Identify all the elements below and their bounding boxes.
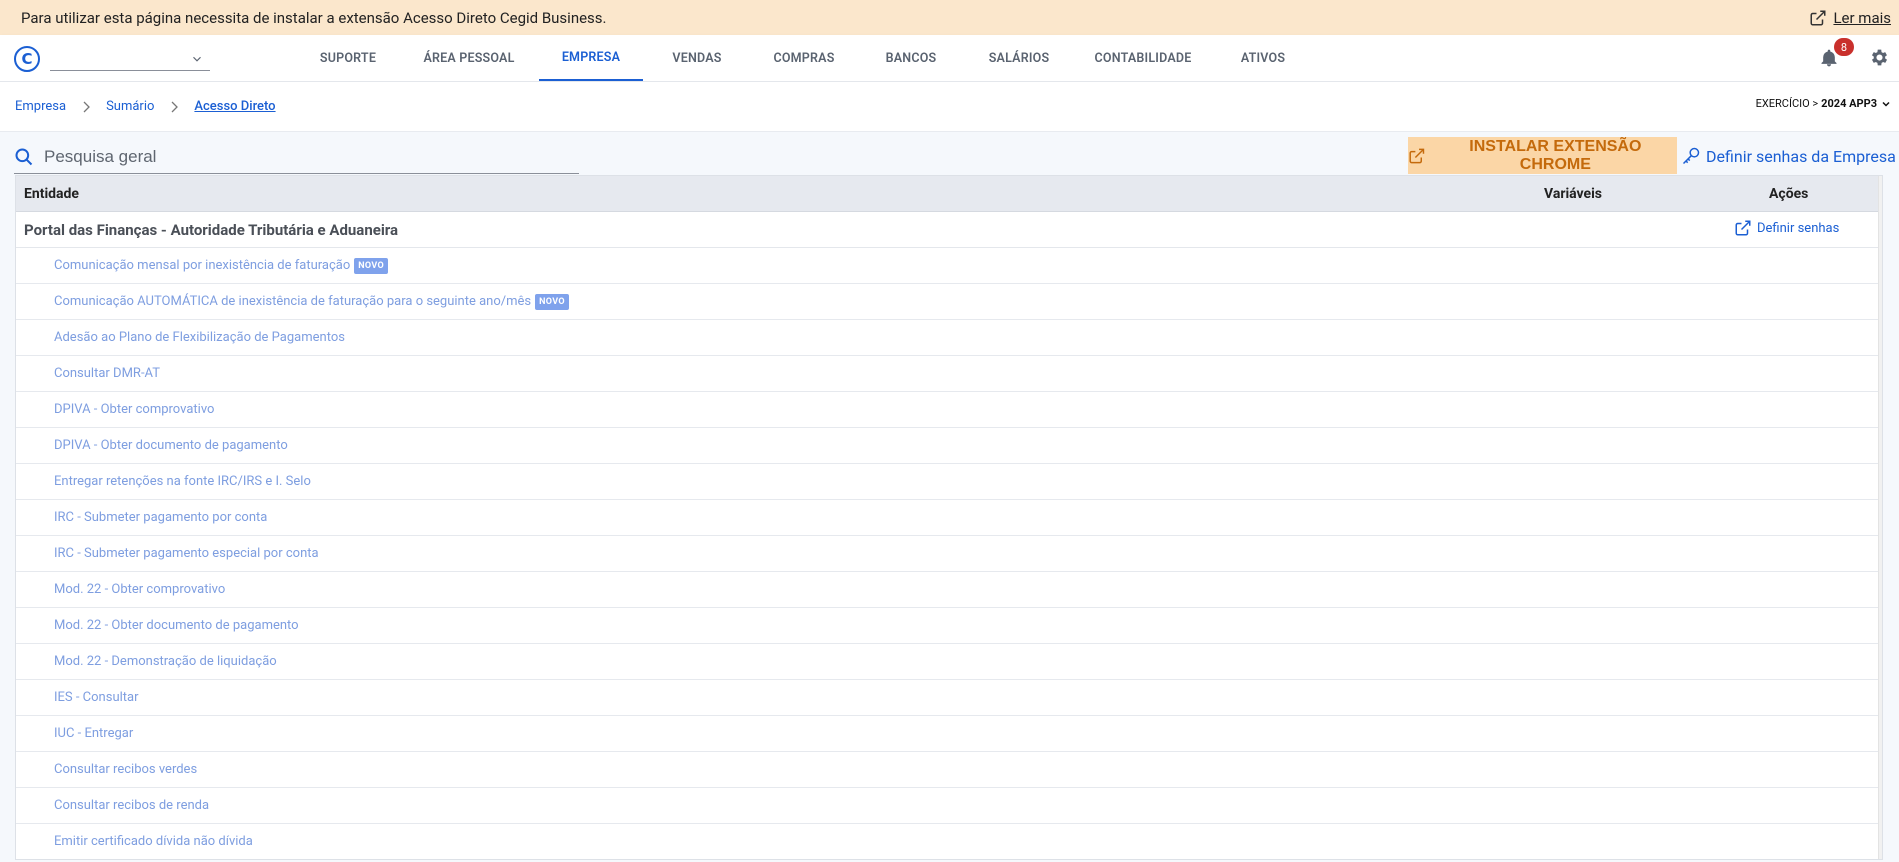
table-row: Comunicação AUTOMÁTICA de inexistência d… bbox=[16, 284, 1878, 320]
notification-count-badge: 8 bbox=[1834, 38, 1854, 56]
nav-ativos[interactable]: ATIVOS bbox=[1213, 35, 1313, 81]
main-content: INSTALAR EXTENSÃO CHROME Definir senhas … bbox=[0, 132, 1899, 862]
new-badge: NOVO bbox=[354, 257, 388, 274]
nav-salarios[interactable]: SALÁRIOS bbox=[965, 35, 1073, 81]
direct-access-link[interactable]: IUC - Entregar bbox=[54, 726, 133, 741]
gear-icon[interactable] bbox=[1869, 47, 1890, 68]
table-row: DPIVA - Obter comprovativo bbox=[16, 392, 1878, 428]
search-icon bbox=[15, 148, 33, 165]
table-row: Entregar retenções na fonte IRC/IRS e I.… bbox=[16, 464, 1878, 500]
main-nav: SUPORTE ÁREA PESSOAL EMPRESA VENDAS COMP… bbox=[297, 35, 1313, 81]
direct-access-link[interactable]: DPIVA - Obter comprovativo bbox=[54, 402, 214, 417]
direct-access-link[interactable]: Consultar recibos de renda bbox=[54, 798, 209, 813]
search-input[interactable] bbox=[44, 146, 564, 167]
nav-suporte[interactable]: SUPORTE bbox=[297, 35, 399, 81]
direct-access-link[interactable]: Comunicação mensal por inexistência de f… bbox=[54, 258, 350, 273]
direct-access-link[interactable]: Mod. 22 - Obter comprovativo bbox=[54, 582, 225, 597]
table-row: Consultar recibos verdes bbox=[16, 752, 1878, 788]
exercicio-value: 2024 APP3 bbox=[1821, 97, 1877, 110]
table-scrollbar[interactable] bbox=[1878, 176, 1883, 859]
nav-area-pessoal[interactable]: ÁREA PESSOAL bbox=[399, 35, 539, 81]
breadcrumb-separator bbox=[154, 101, 194, 113]
entity-group-row: Portal das Finanças - Autoridade Tributá… bbox=[16, 212, 1878, 248]
banner-message: Para utilizar esta página necessita de i… bbox=[21, 8, 607, 27]
table-row: Consultar DMR-AT bbox=[16, 356, 1878, 392]
direct-access-link[interactable]: Mod. 22 - Obter documento de pagamento bbox=[54, 618, 299, 633]
external-link-icon bbox=[1409, 148, 1425, 163]
table-row: Mod. 22 - Obter comprovativo bbox=[16, 572, 1878, 608]
chevron-down-icon bbox=[1882, 101, 1890, 107]
external-link-icon bbox=[1735, 220, 1751, 236]
direct-access-link[interactable]: Consultar recibos verdes bbox=[54, 762, 197, 777]
column-header-variaveis: Variáveis bbox=[1544, 186, 1603, 202]
chevron-down-icon bbox=[193, 56, 201, 62]
define-company-passwords-button[interactable]: Definir senhas da Empresa bbox=[1681, 142, 1896, 170]
breadcrumb-sumario[interactable]: Sumário bbox=[106, 99, 154, 114]
define-passwords-label: Definir senhas bbox=[1757, 220, 1840, 236]
ler-mais-label: Ler mais bbox=[1833, 8, 1891, 27]
table-row: Adesão ao Plano de Flexibilização de Pag… bbox=[16, 320, 1878, 356]
direct-access-link[interactable]: DPIVA - Obter documento de pagamento bbox=[54, 438, 288, 453]
define-company-passwords-label: Definir senhas da Empresa bbox=[1706, 146, 1896, 166]
exercicio-prefix: EXERCÍCIO > bbox=[1755, 97, 1819, 110]
exercicio-selector[interactable]: EXERCÍCIO > 2024 APP3 bbox=[1756, 97, 1892, 110]
table-header: Entidade Variáveis Ações bbox=[16, 176, 1878, 212]
table-row: IUC - Entregar bbox=[16, 716, 1878, 752]
table-row: IRC - Submeter pagamento especial por co… bbox=[16, 536, 1878, 572]
install-chrome-extension-label: INSTALAR EXTENSÃO CHROME bbox=[1469, 137, 1642, 173]
direct-access-link[interactable]: IRC - Submeter pagamento por conta bbox=[54, 510, 267, 525]
direct-access-link[interactable]: Emitir certificado dívida não dívida bbox=[54, 834, 253, 849]
chevron-right-icon bbox=[171, 101, 179, 112]
breadcrumb-empresa[interactable]: Empresa bbox=[15, 99, 66, 114]
entity-group-title: Portal das Finanças - Autoridade Tributá… bbox=[24, 221, 399, 239]
breadcrumb-separator bbox=[66, 101, 106, 113]
direct-access-link[interactable]: Entregar retenções na fonte IRC/IRS e I.… bbox=[54, 474, 311, 489]
search-bar bbox=[14, 140, 579, 174]
table-row: Mod. 22 - Demonstração de liquidação bbox=[16, 644, 1878, 680]
nav-compras[interactable]: COMPRAS bbox=[751, 35, 857, 81]
nav-contabilidade[interactable]: CONTABILIDADE bbox=[1073, 35, 1213, 81]
cegid-logo[interactable]: C bbox=[14, 46, 40, 72]
column-header-acoes: Ações bbox=[1769, 186, 1809, 202]
top-navigation-bar: C SUPORTE ÁREA PESSOAL EMPRESA VENDAS CO… bbox=[0, 35, 1899, 82]
ler-mais-link[interactable]: Ler mais bbox=[1809, 9, 1891, 27]
chevron-right-icon bbox=[83, 101, 90, 112]
table-row: Mod. 22 - Obter documento de pagamento bbox=[16, 608, 1878, 644]
direct-access-link[interactable]: IRC - Submeter pagamento especial por co… bbox=[54, 546, 319, 561]
direct-access-link[interactable]: Consultar DMR-AT bbox=[54, 366, 160, 381]
column-header-entidade: Entidade bbox=[24, 186, 79, 202]
direct-access-link[interactable]: IES - Consultar bbox=[54, 690, 139, 705]
nav-empresa[interactable]: EMPRESA bbox=[539, 35, 643, 81]
breadcrumb: Empresa Sumário Acesso Direto bbox=[15, 99, 276, 114]
define-passwords-link[interactable]: Definir senhas bbox=[1734, 219, 1839, 237]
direct-access-link[interactable]: Adesão ao Plano de Flexibilização de Pag… bbox=[54, 330, 345, 345]
table-row: Comunicação mensal por inexistência de f… bbox=[16, 248, 1878, 284]
direct-access-link[interactable]: Mod. 22 - Demonstração de liquidação bbox=[54, 654, 277, 669]
table-row: IES - Consultar bbox=[16, 680, 1878, 716]
new-badge: NOVO bbox=[535, 293, 569, 310]
key-icon bbox=[1682, 147, 1700, 165]
direct-access-link[interactable]: Comunicação AUTOMÁTICA de inexistência d… bbox=[54, 294, 531, 309]
install-extension-banner: Para utilizar esta página necessita de i… bbox=[0, 0, 1899, 35]
nav-vendas[interactable]: VENDAS bbox=[643, 35, 751, 81]
breadcrumb-bar: Empresa Sumário Acesso Direto EXERCÍCIO … bbox=[0, 82, 1899, 132]
table-row: Emitir certificado dívida não dívida bbox=[16, 824, 1878, 859]
table-row: IRC - Submeter pagamento por conta bbox=[16, 500, 1878, 536]
external-link-icon bbox=[1810, 10, 1826, 25]
logo-letter: C bbox=[21, 50, 33, 68]
nav-bancos[interactable]: BANCOS bbox=[857, 35, 965, 81]
company-select[interactable] bbox=[50, 47, 210, 71]
table-row: Consultar recibos de renda bbox=[16, 788, 1878, 824]
scrollbar-thumb[interactable] bbox=[1882, 192, 1883, 417]
breadcrumb-acesso-direto[interactable]: Acesso Direto bbox=[194, 99, 275, 114]
direct-access-table: Entidade Variáveis Ações Portal das Fina… bbox=[15, 175, 1883, 860]
table-rows: Comunicação mensal por inexistência de f… bbox=[16, 248, 1878, 859]
table-row: DPIVA - Obter documento de pagamento bbox=[16, 428, 1878, 464]
install-chrome-extension-button[interactable]: INSTALAR EXTENSÃO CHROME bbox=[1408, 137, 1677, 174]
